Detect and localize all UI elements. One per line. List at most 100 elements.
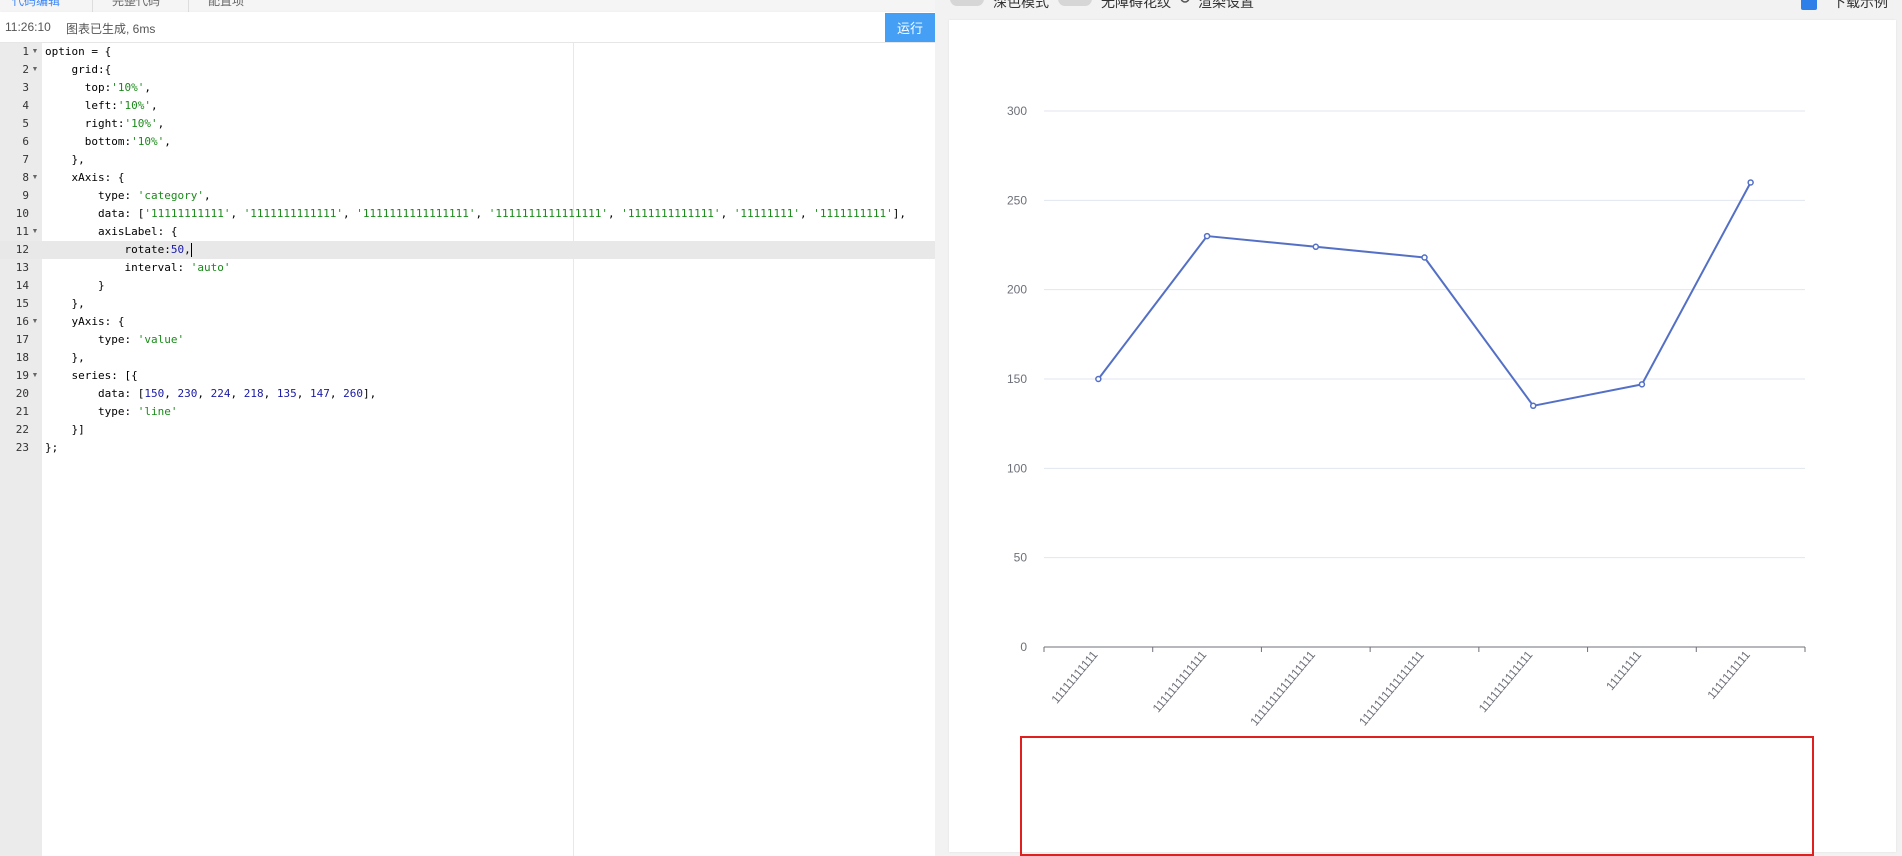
y-tick-label: 50: [1014, 551, 1028, 565]
line-number: 9: [22, 189, 29, 202]
decal-pattern-label: 无障碍花纹: [1101, 0, 1171, 10]
x-category-label: 11111111111: [1048, 648, 1100, 707]
dark-mode-toggle[interactable]: [950, 0, 984, 6]
code-line[interactable]: option = {: [45, 43, 111, 61]
code-line[interactable]: axisLabel: {: [45, 223, 177, 241]
data-point: [1747, 179, 1754, 186]
code-line[interactable]: left:'10%',: [45, 97, 158, 115]
line-number: 6: [22, 135, 29, 148]
line-number: 5: [22, 117, 29, 130]
code-line[interactable]: grid:{: [45, 61, 111, 79]
y-tick-label: 0: [1020, 640, 1027, 654]
line-number: 4: [22, 99, 29, 112]
line-number: 17: [15, 333, 29, 346]
line-number: 22: [15, 423, 29, 436]
x-category-label: 1111111111111111: [1247, 648, 1318, 729]
status-message: 图表已生成, 6ms: [66, 22, 156, 36]
tab-divider: [92, 0, 93, 12]
code-line[interactable]: type: 'line': [45, 403, 178, 421]
fold-arrow-icon[interactable]: ▼: [31, 313, 39, 331]
code-text-area[interactable]: [42, 43, 935, 856]
line-number: 23: [15, 441, 29, 454]
data-point: [1638, 381, 1646, 388]
status-bar: 11:26:10 图表已生成, 6ms 运行: [0, 12, 935, 43]
line-number: 11: [15, 225, 29, 238]
data-point: [1421, 254, 1428, 261]
code-line[interactable]: },: [45, 295, 84, 313]
tab-divider: [188, 0, 189, 12]
data-point: [1095, 375, 1102, 383]
y-tick-label: 300: [1007, 104, 1027, 118]
fold-arrow-icon[interactable]: ▼: [31, 223, 39, 241]
code-line[interactable]: xAxis: {: [45, 169, 124, 187]
code-line[interactable]: yAxis: {: [45, 313, 124, 331]
line-number: 2: [22, 63, 29, 76]
x-category-label: 1111111111111: [1150, 648, 1210, 716]
fold-arrow-icon[interactable]: ▼: [31, 367, 39, 385]
code-line[interactable]: series: [{: [45, 367, 137, 385]
highlight-annotation-box: [1020, 736, 1814, 856]
y-tick-label: 200: [1007, 283, 1027, 297]
line-number: 1: [22, 45, 29, 58]
tab-code-edit[interactable]: 代码编辑: [12, 0, 60, 11]
y-tick-label: 100: [1007, 461, 1027, 475]
code-line[interactable]: right:'10%',: [45, 115, 165, 133]
code-line[interactable]: },: [45, 349, 84, 367]
download-label[interactable]: 下载示例: [1832, 0, 1888, 12]
data-point: [1203, 232, 1211, 240]
code-line[interactable]: data: ['11111111111', '1111111111111', '…: [45, 205, 906, 223]
code-editor-panel: 代码编辑 完整代码 配置项 11:26:10 图表已生成, 6ms 运行 1 ▼ o…: [0, 0, 935, 856]
code-line[interactable]: }: [45, 277, 105, 295]
fold-arrow-icon[interactable]: ▼: [31, 61, 39, 79]
code-line[interactable]: type: 'category',: [45, 187, 211, 205]
chart-card: 0 50 100 150 200 250 300 11111111111 11111111111…: [949, 20, 1896, 852]
preview-toolbar: 深色模式 无障碍花纹 渲染设置 下载示例: [935, 0, 1902, 12]
x-category-label: 1111111111: [1704, 648, 1753, 702]
line-number: 10: [15, 207, 29, 220]
tab-config[interactable]: 配置项: [208, 0, 244, 11]
line-number: 19: [15, 369, 29, 382]
code-line[interactable]: top:'10%',: [45, 79, 151, 97]
code-line[interactable]: };: [45, 439, 58, 457]
x-category-label: 1111111111111111: [1356, 648, 1427, 729]
x-category-label: 1111111111111: [1476, 648, 1536, 716]
dark-mode-label: 深色模式: [993, 0, 1049, 10]
code-line[interactable]: bottom:'10%',: [45, 133, 171, 151]
data-point: [1529, 402, 1537, 410]
line-chart: 05010015020025030011111111111 11111111111…: [1007, 104, 1806, 729]
code-line[interactable]: rotate:50,: [45, 241, 192, 259]
line-number: 18: [15, 351, 29, 364]
code-line[interactable]: interval: 'auto': [45, 259, 230, 277]
line-number: 15: [15, 297, 29, 310]
run-button[interactable]: 运行: [885, 13, 935, 42]
code-line[interactable]: data: [150, 230, 224, 218, 135, 147, 260…: [45, 385, 376, 403]
y-tick-label: 250: [1007, 193, 1027, 207]
line-number: 20: [15, 387, 29, 400]
chart-preview-panel: 深色模式 无障碍花纹 渲染设置 下载示例 0 50 100 150 200 250 300 1…: [935, 0, 1902, 856]
line-number: 3: [22, 81, 29, 94]
line-number: 12: [15, 243, 29, 256]
editor-tab-strip: 代码编辑 完整代码 配置项: [0, 0, 935, 12]
line-number: 7: [22, 153, 29, 166]
code-line[interactable]: },: [45, 151, 84, 169]
fold-arrow-icon[interactable]: ▼: [31, 169, 39, 187]
line-number: 14: [15, 279, 29, 292]
decal-pattern-toggle[interactable]: [1058, 0, 1092, 6]
line-number: 21: [15, 405, 29, 418]
download-icon[interactable]: [1801, 0, 1817, 10]
x-category-label: 11111111: [1603, 648, 1644, 693]
line-number: 16: [15, 315, 29, 328]
data-point: [1312, 243, 1320, 251]
tab-full-code[interactable]: 完整代码: [112, 0, 160, 11]
print-margin-line: [573, 43, 574, 856]
render-settings-label[interactable]: 渲染设置: [1198, 0, 1254, 12]
status-time: 11:26:10: [5, 20, 51, 34]
code-line[interactable]: type: 'value': [45, 331, 184, 349]
y-tick-label: 150: [1007, 372, 1027, 386]
line-number: 13: [15, 261, 29, 274]
line-number: 8: [22, 171, 29, 184]
gear-icon[interactable]: [1179, 0, 1191, 4]
code-line[interactable]: }]: [45, 421, 84, 439]
series-line: [1097, 181, 1752, 407]
fold-arrow-icon[interactable]: ▼: [31, 43, 39, 61]
